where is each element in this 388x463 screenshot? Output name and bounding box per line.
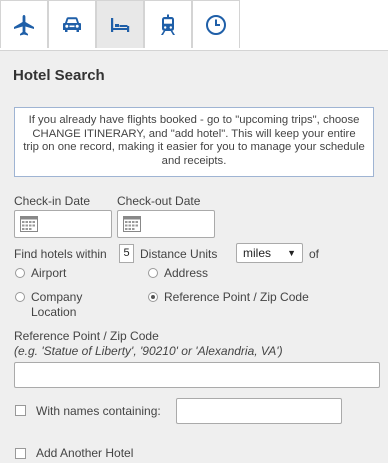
distance-units-select[interactable]: miles ▼: [236, 243, 303, 263]
reference-point-option-label[interactable]: Reference Point / Zip Code: [164, 290, 314, 305]
tab-cars[interactable]: [48, 0, 96, 48]
reference-point-label: Reference Point / Zip Code: [14, 329, 159, 343]
checkin-label: Check-in Date: [14, 194, 91, 208]
checkout-label: Check-out Date: [117, 194, 201, 208]
distance-units-value: miles: [243, 246, 272, 260]
train-icon: [161, 14, 175, 35]
add-another-hotel-label[interactable]: Add Another Hotel: [36, 446, 133, 460]
radio-airport[interactable]: [15, 268, 25, 278]
reference-point-input[interactable]: [14, 362, 380, 388]
find-hotels-label: Find hotels within: [14, 247, 107, 261]
company-location-label[interactable]: Company Location: [31, 290, 111, 320]
radio-reference-point[interactable]: [148, 292, 158, 302]
names-containing-input[interactable]: [176, 398, 342, 424]
airport-label[interactable]: Airport: [31, 266, 66, 280]
bed-icon: [111, 17, 130, 32]
distance-input[interactable]: 5: [119, 244, 134, 263]
checkin-date-input[interactable]: [14, 210, 112, 238]
reference-point-hint: (e.g. 'Statue of Liberty', '90210' or 'A…: [14, 344, 283, 358]
calendar-icon[interactable]: [123, 216, 141, 232]
radio-company-location[interactable]: [15, 292, 25, 302]
tab-recent[interactable]: [192, 0, 240, 48]
tab-rail[interactable]: [144, 0, 192, 48]
travel-mode-tabs: [0, 0, 388, 50]
itinerary-notice: If you already have flights booked - go …: [14, 107, 374, 177]
panel-title: Hotel Search: [13, 67, 105, 84]
airplane-icon: [14, 14, 34, 35]
tab-hotels[interactable]: [96, 0, 144, 48]
names-containing-label[interactable]: With names containing:: [36, 404, 161, 418]
clock-icon: [206, 14, 226, 35]
add-another-hotel-checkbox[interactable]: [15, 448, 26, 459]
names-containing-checkbox[interactable]: [15, 405, 26, 416]
car-icon: [63, 16, 81, 32]
address-label[interactable]: Address: [164, 266, 208, 280]
of-label: of: [309, 247, 320, 261]
distance-units-label: Distance Units: [140, 247, 218, 261]
tab-flights[interactable]: [0, 0, 48, 48]
dropdown-arrow-icon: ▼: [287, 248, 296, 258]
radio-address[interactable]: [148, 268, 158, 278]
calendar-icon[interactable]: [20, 216, 38, 232]
checkout-date-input[interactable]: [117, 210, 215, 238]
